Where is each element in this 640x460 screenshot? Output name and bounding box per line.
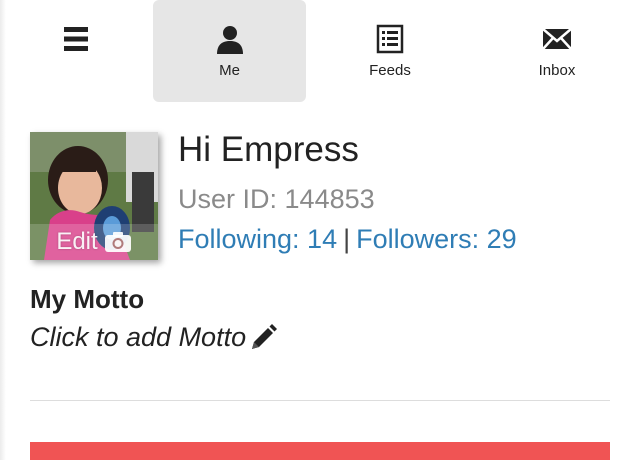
- camera-icon: [104, 232, 131, 252]
- tab-feeds[interactable]: Feeds: [314, 0, 466, 102]
- followers-link[interactable]: Followers: 29: [356, 224, 517, 254]
- motto-placeholder: Click to add Motto: [30, 322, 247, 352]
- following-link[interactable]: Following: 14: [178, 224, 337, 254]
- motto-title: My Motto: [30, 284, 145, 314]
- pencil-icon: [252, 323, 278, 349]
- avatar[interactable]: Edit: [30, 132, 158, 260]
- tab-feeds-label: Feeds: [369, 62, 411, 79]
- action-bar[interactable]: [30, 442, 610, 460]
- tab-me-label: Me: [219, 62, 240, 79]
- person-icon: [216, 26, 243, 54]
- tab-inbox-label: Inbox: [538, 62, 576, 79]
- divider: [30, 400, 610, 401]
- avatar-edit-label: Edit: [56, 228, 98, 255]
- motto-edit[interactable]: Click to add Motto: [30, 322, 278, 353]
- tab-inbox[interactable]: Inbox: [480, 0, 634, 102]
- follow-stats: Following: 14 | Followers: 29: [178, 224, 517, 255]
- tab-me[interactable]: Me: [153, 0, 306, 102]
- list-icon: [376, 24, 404, 54]
- user-id-label: User ID:: [178, 184, 278, 214]
- menu-icon: [64, 27, 88, 51]
- greeting: Hi Empress: [178, 130, 359, 169]
- menu-button[interactable]: [0, 0, 152, 102]
- envelope-icon: [542, 28, 572, 50]
- top-nav: Me Feeds Inbox: [0, 0, 640, 104]
- user-id-value: 144853: [284, 184, 375, 214]
- avatar-edit-overlay[interactable]: Edit: [30, 224, 158, 260]
- follow-separator: |: [343, 224, 351, 254]
- user-id: User ID: 144853: [178, 184, 375, 215]
